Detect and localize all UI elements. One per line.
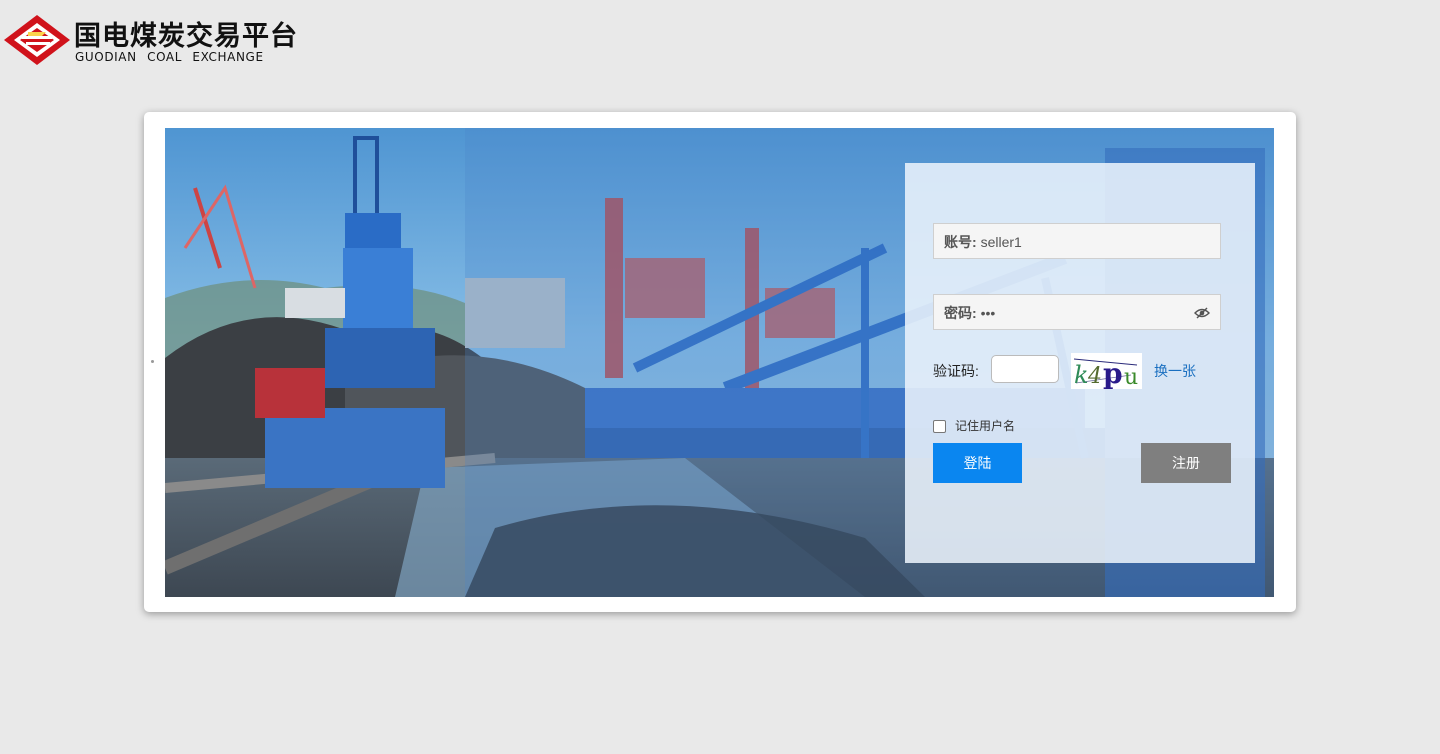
decorative-dot (151, 360, 154, 363)
captcha-refresh-link[interactable]: 换一张 (1154, 361, 1196, 381)
remember-checkbox[interactable] (933, 420, 946, 433)
svg-text:4: 4 (1087, 364, 1102, 389)
captcha-image[interactable]: k 4 p u (1071, 353, 1142, 389)
eye-slash-icon[interactable] (1194, 306, 1210, 320)
account-input[interactable]: 账号: seller1 (933, 223, 1221, 259)
svg-text:u: u (1124, 365, 1138, 389)
login-panel: 账号: seller1 密码: ••• 验证码: k 4 p u 换一张 记住用… (905, 163, 1255, 563)
password-input[interactable]: 密码: ••• (933, 294, 1221, 330)
guodian-logo-icon (4, 15, 70, 65)
svg-text:k: k (1074, 361, 1089, 389)
account-label: 账号: (944, 234, 977, 250)
register-button[interactable]: 注册 (1141, 443, 1231, 483)
password-value: ••• (980, 305, 996, 321)
password-label: 密码: (944, 305, 977, 321)
brand-name-en: GUODIAN COAL EXCHANGE (75, 50, 264, 64)
remember-label: 记住用户名 (955, 419, 1016, 433)
site-logo: 国电煤炭交易平台 GUODIAN COAL EXCHANGE (2, 12, 312, 68)
brand-name-cn: 国电煤炭交易平台 (74, 21, 298, 52)
svg-text:p: p (1103, 357, 1123, 389)
captcha-label: 验证码: (933, 363, 979, 379)
login-button[interactable]: 登陆 (933, 443, 1022, 483)
captcha-input[interactable] (991, 355, 1059, 383)
account-value: seller1 (980, 234, 1022, 250)
